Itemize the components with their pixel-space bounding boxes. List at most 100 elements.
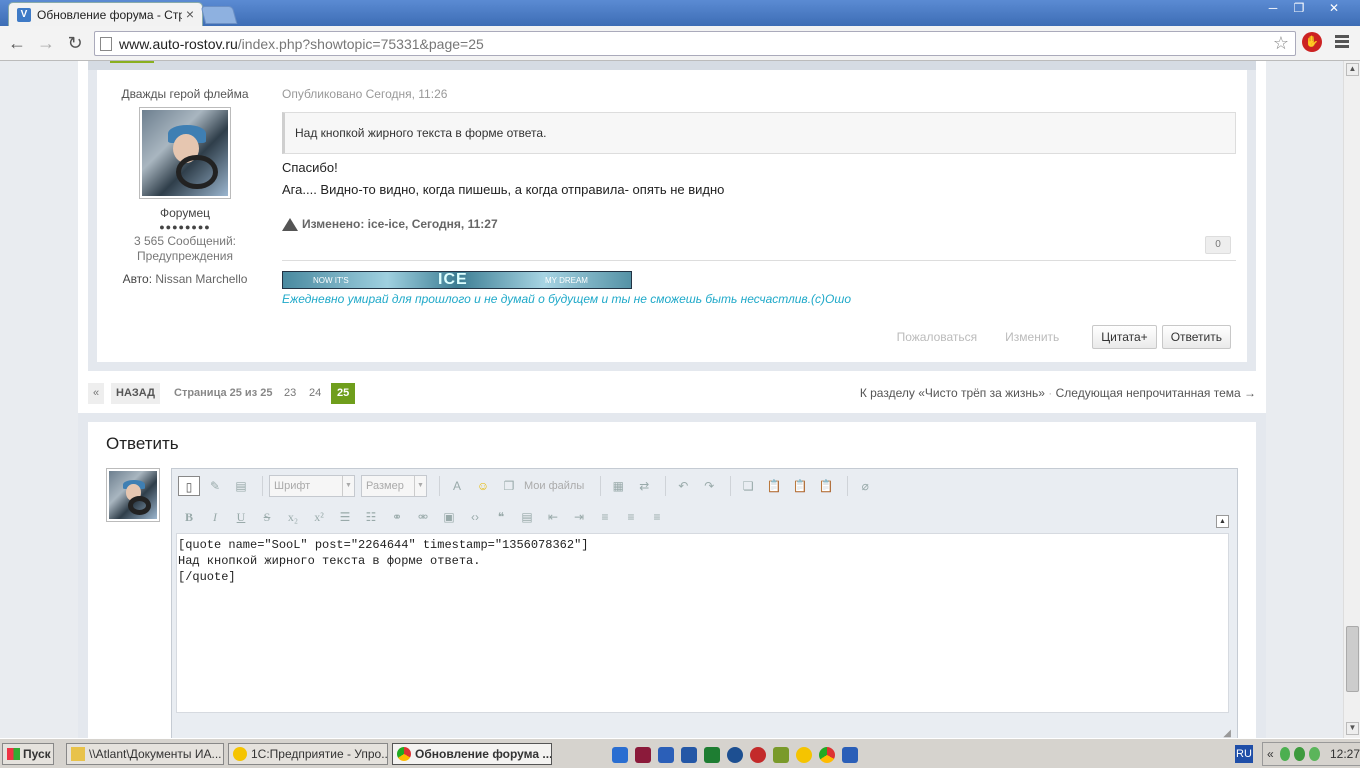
redo-icon[interactable]: ↷: [698, 476, 720, 496]
chrome-icon[interactable]: [819, 747, 835, 763]
minimize-button[interactable]: ─: [1260, 0, 1286, 18]
indent-icon[interactable]: ⇥: [568, 507, 590, 527]
page-icon: [100, 37, 112, 51]
underline-icon[interactable]: U: [230, 507, 252, 527]
app-icon[interactable]: [842, 747, 858, 763]
tray-app-icon[interactable]: [1279, 747, 1291, 761]
bullet-list-icon[interactable]: ☰: [334, 507, 356, 527]
tray-app-icon[interactable]: [1309, 747, 1320, 761]
spoiler-icon[interactable]: ▦: [607, 476, 629, 496]
restore-button[interactable]: ❐: [1286, 0, 1312, 18]
1c-icon[interactable]: [796, 747, 812, 763]
remove-format-icon[interactable]: ⌀: [854, 476, 876, 496]
report-link[interactable]: Пожаловаться: [897, 330, 978, 344]
bold-icon[interactable]: B: [178, 507, 200, 527]
quote-icon[interactable]: ❝: [490, 507, 512, 527]
code-icon[interactable]: ‹›: [464, 507, 486, 527]
media-icon[interactable]: ▤: [516, 507, 538, 527]
resize-handle-icon[interactable]: ◢: [1223, 728, 1231, 738]
post-message: Спасибо! Ага.... Видно-то видно, когда п…: [282, 157, 724, 201]
superscript-icon[interactable]: x²: [308, 507, 330, 527]
outdent-icon[interactable]: ⇤: [542, 507, 564, 527]
edit-link[interactable]: Изменить: [1005, 330, 1059, 344]
paste-word-icon[interactable]: 📋: [815, 476, 837, 496]
taskbar-item-folder[interactable]: \\Atlant\Документы ИА...: [66, 743, 224, 765]
address-bar[interactable]: www.auto-rostov.ru/index.php?showtopic=7…: [94, 31, 1296, 56]
reply-textarea[interactable]: [quote name="SooL" post="2264644" timest…: [176, 533, 1229, 713]
paste-icon[interactable]: 📋: [763, 476, 785, 496]
tray-expand-icon[interactable]: «: [1267, 747, 1274, 761]
align-center-icon[interactable]: ≡: [620, 507, 642, 527]
close-window-button[interactable]: ✕: [1312, 0, 1356, 18]
strikethrough-icon[interactable]: S: [256, 507, 278, 527]
language-indicator[interactable]: RU: [1235, 745, 1253, 763]
url-text[interactable]: www.auto-rostov.ru/index.php?showtopic=7…: [119, 36, 484, 52]
pager-first[interactable]: «: [88, 383, 105, 404]
scroll-down-icon[interactable]: ▼: [1346, 722, 1359, 735]
reply-container: Ответить ▯ ✎ ▤ Шрифт ▼ Размер ▼ A ☺ ❐ Мо…: [78, 413, 1266, 738]
scroll-up-icon[interactable]: ▲: [1346, 63, 1359, 76]
app-icon[interactable]: [773, 747, 789, 763]
media-player-icon[interactable]: [727, 747, 743, 763]
smiley-icon[interactable]: ☺: [472, 476, 494, 496]
save-icon[interactable]: [635, 747, 651, 763]
size-select[interactable]: Размер ▼: [361, 475, 427, 497]
author-avatar[interactable]: [139, 107, 231, 199]
text-color-icon[interactable]: A: [446, 476, 468, 496]
link-icon[interactable]: ⚭: [386, 507, 408, 527]
image-icon[interactable]: ▣: [438, 507, 460, 527]
to-section-link[interactable]: К разделу «Чисто трёп за жизнь»: [860, 386, 1045, 400]
car-label: Авто:: [122, 272, 153, 286]
word-icon[interactable]: [681, 747, 697, 763]
translit-icon[interactable]: ⇄: [633, 476, 655, 496]
banner-text-right: MY DREAM: [545, 276, 588, 285]
taskbar-item-chrome[interactable]: Обновление форума ...: [392, 743, 552, 765]
tab-close-icon[interactable]: ×: [186, 6, 194, 22]
author-warnings[interactable]: Предупреждения: [97, 249, 273, 264]
my-files-label[interactable]: Мои файлы: [524, 480, 584, 492]
font-select[interactable]: Шрифт ▼: [269, 475, 355, 497]
my-files-icon[interactable]: ❐: [498, 476, 520, 496]
opera-icon[interactable]: [750, 747, 766, 763]
back-arrow-icon[interactable]: ←: [6, 33, 28, 53]
source-mode-icon[interactable]: ▯: [178, 476, 200, 496]
tab-title: Обновление форума - Стра: [37, 8, 182, 22]
start-button[interactable]: Пуск: [2, 743, 54, 765]
pager-info[interactable]: Страница 25 из 25: [174, 383, 272, 404]
italic-icon[interactable]: I: [204, 507, 226, 527]
excel-icon[interactable]: [704, 747, 720, 763]
align-right-icon[interactable]: ≡: [646, 507, 668, 527]
new-tab-button[interactable]: [200, 6, 238, 24]
reputation-badge[interactable]: 0: [1205, 236, 1231, 254]
undo-icon[interactable]: ↶: [672, 476, 694, 496]
browser-tab-active[interactable]: V Обновление форума - Стра ×: [8, 2, 203, 26]
app-icon[interactable]: [658, 747, 674, 763]
ie-icon[interactable]: [612, 747, 628, 763]
scroll-thumb[interactable]: [1346, 626, 1359, 692]
collapse-toolbar-icon[interactable]: ▲: [1216, 515, 1229, 528]
chrome-menu-icon[interactable]: [1335, 33, 1349, 51]
eraser-icon[interactable]: ✎: [204, 476, 226, 496]
reply-button[interactable]: Ответить: [1161, 325, 1231, 349]
paste-text-icon[interactable]: 📋: [789, 476, 811, 496]
reload-icon[interactable]: ↻: [64, 33, 86, 53]
banner-text-center: ICE: [438, 271, 468, 288]
next-unread-link[interactable]: Следующая непрочитанная тема →: [1056, 386, 1256, 400]
horizontal-rule-icon[interactable]: ▤: [230, 476, 252, 496]
unlink-icon[interactable]: ⚮: [412, 507, 434, 527]
taskbar-item-1c[interactable]: 1С:Предприятие - Упро...: [228, 743, 388, 765]
edited-notice: Изменено: ice-ice, Сегодня, 11:27: [282, 215, 498, 231]
pager-page[interactable]: 24: [309, 383, 321, 404]
copy-icon[interactable]: ❏: [737, 476, 759, 496]
align-left-icon[interactable]: ≡: [594, 507, 616, 527]
numbered-list-icon[interactable]: ☷: [360, 507, 382, 527]
tray-app-icon[interactable]: [1294, 747, 1306, 761]
quote-plus-button[interactable]: Цитата+: [1092, 325, 1157, 349]
pager-back[interactable]: НАЗАД: [111, 383, 160, 404]
adblock-stop-icon[interactable]: ✋: [1302, 32, 1322, 52]
bookmark-star-icon[interactable]: ☆: [1273, 33, 1289, 54]
forward-arrow-icon[interactable]: →: [35, 33, 57, 53]
pager-page[interactable]: 23: [284, 383, 296, 404]
page-scrollbar[interactable]: ▲ ▼: [1343, 61, 1360, 738]
subscript-icon[interactable]: x₂: [282, 507, 304, 527]
